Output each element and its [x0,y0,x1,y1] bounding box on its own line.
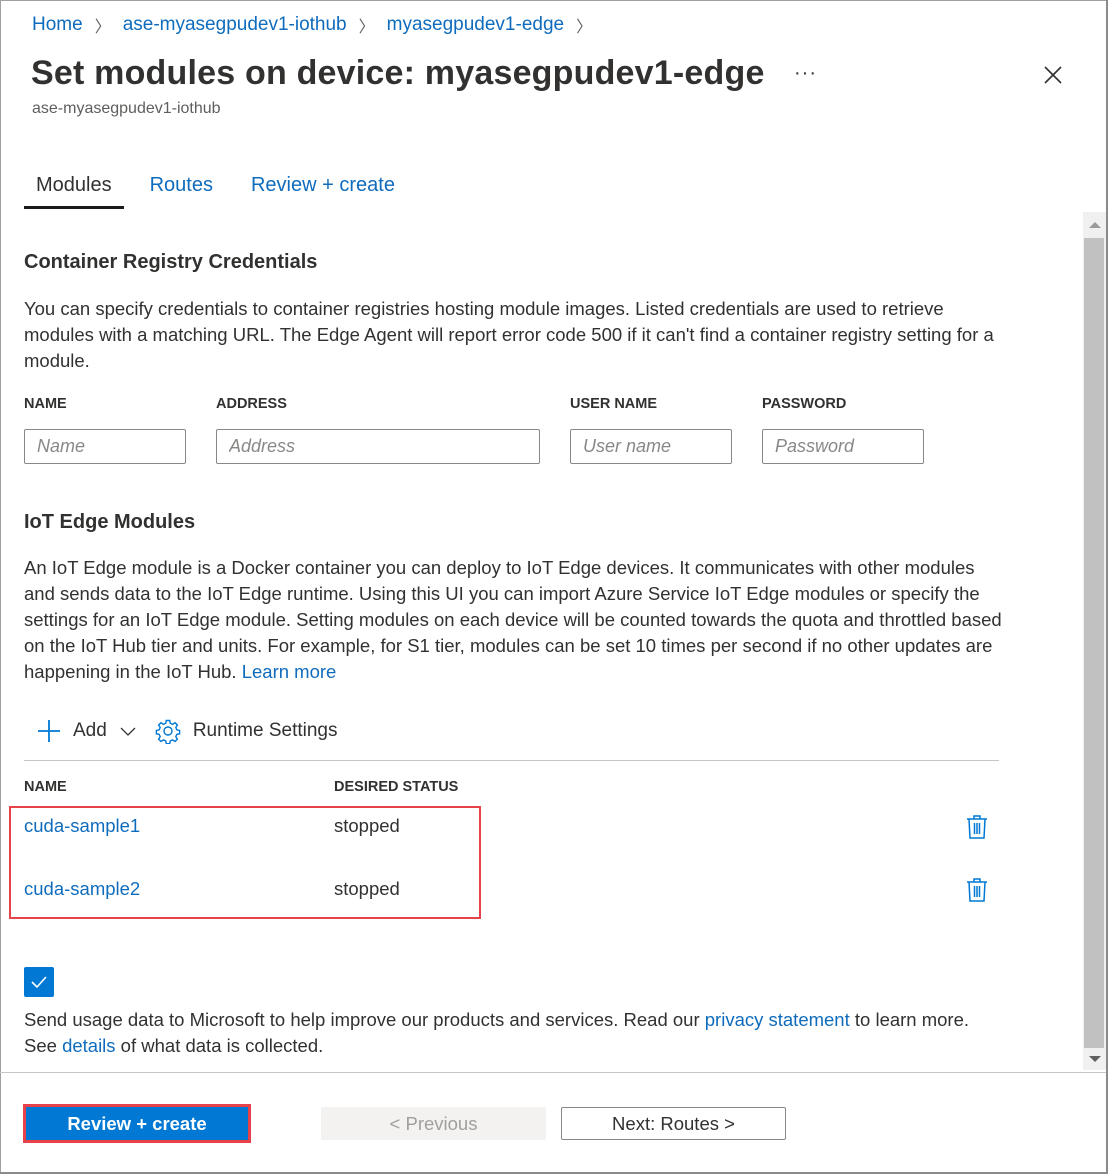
modules-section-title: IoT Edge Modules [24,511,196,533]
tab-bar: Modules Routes Review + create [24,170,421,209]
gear-icon [155,718,181,744]
add-module-button[interactable]: Add [36,718,137,744]
tab-routes[interactable]: Routes [138,170,225,209]
trash-icon[interactable] [966,814,988,845]
breadcrumb-home[interactable]: Home [32,14,83,36]
scroll-down-arrow-icon[interactable] [1083,1048,1106,1070]
previous-button: < Previous [321,1107,546,1140]
chevron-down-icon [119,725,137,737]
chevron-right-icon: 〉 [94,19,111,36]
tab-modules[interactable]: Modules [24,170,124,209]
learn-more-link[interactable]: Learn more [242,661,337,682]
plus-icon [36,718,62,744]
more-options-icon[interactable]: ··· [794,62,817,85]
page-title: Set modules on device: myasegpudev1-edge [31,54,765,92]
runtime-settings-button[interactable]: Runtime Settings [155,718,338,744]
details-link[interactable]: details [62,1035,115,1056]
modules-toolbar: Add Runtime Settings [36,718,338,744]
usage-data-checkbox[interactable] [24,967,54,997]
page-subtitle: ase-myasegpudev1-iothub [32,100,221,117]
scroll-up-arrow-icon[interactable] [1083,212,1106,238]
next-routes-button[interactable]: Next: Routes > [561,1107,786,1140]
vertical-scrollbar[interactable] [1083,212,1106,1070]
annotation-highlight-box [23,1104,251,1143]
registry-section-title: Container Registry Credentials [24,251,318,273]
registry-name-input[interactable] [24,429,186,464]
column-header-desired-status: DESIRED STATUS [334,779,459,795]
registry-address-input[interactable] [216,429,540,464]
breadcrumb-device[interactable]: myasegpudev1-edge [387,14,564,36]
consent-text: Send usage data to Microsoft to help imp… [24,1007,1004,1059]
close-icon[interactable] [1040,62,1066,88]
scrollbar-thumb[interactable] [1084,238,1104,1048]
registry-name-label: NAME [24,396,67,412]
registry-username-label: USER NAME [570,396,658,412]
toolbar-divider [24,760,999,761]
add-label: Add [73,720,107,741]
modules-description: An IoT Edge module is a Docker container… [24,555,1004,685]
breadcrumb: Home 〉 ase-myasegpudev1-iothub 〉 myasegp… [32,13,604,37]
trash-icon[interactable] [966,877,988,908]
chevron-right-icon: 〉 [576,19,593,36]
registry-description: You can specify credentials to container… [24,298,994,371]
consent-text-after: of what data is collected. [115,1035,324,1056]
runtime-settings-label: Runtime Settings [192,720,338,741]
annotation-highlight-box [9,806,481,919]
column-header-name: NAME [24,779,67,795]
breadcrumb-iothub[interactable]: ase-myasegpudev1-iothub [123,14,347,36]
registry-password-label: PASSWORD [762,396,847,412]
registry-password-input[interactable] [762,429,924,464]
consent-text-before: Send usage data to Microsoft to help imp… [24,1009,705,1030]
registry-username-input[interactable] [570,429,732,464]
footer-divider [0,1072,1106,1073]
tab-review-create[interactable]: Review + create [239,170,407,209]
checkmark-icon [31,976,47,989]
chevron-right-icon: 〉 [358,19,375,36]
modules-description-text: An IoT Edge module is a Docker container… [24,557,1002,682]
registry-address-label: ADDRESS [216,396,287,412]
privacy-statement-link[interactable]: privacy statement [705,1009,850,1030]
